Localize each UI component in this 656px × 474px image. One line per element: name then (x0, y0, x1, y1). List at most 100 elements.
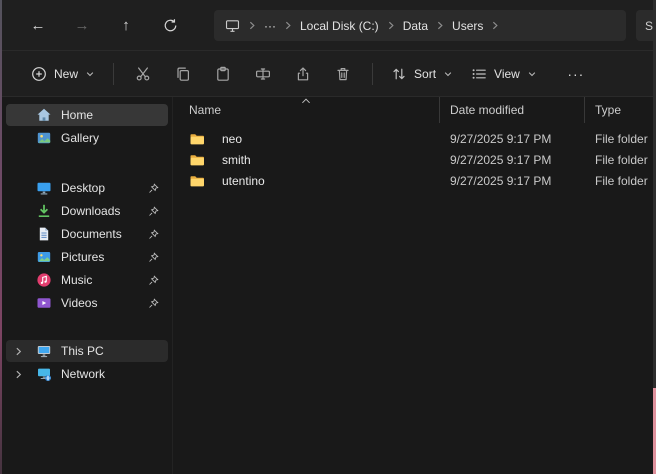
file-name: utentino (222, 174, 265, 188)
breadcrumb-local-disk-c[interactable]: Local Disk (C:) (293, 10, 386, 41)
pin-icon (148, 275, 159, 286)
pictures-icon (36, 249, 52, 265)
column-header-date-modified[interactable]: Date modified (440, 97, 585, 123)
home-icon (36, 107, 52, 123)
sidebar-item-label: Home (61, 108, 168, 122)
refresh-button[interactable] (152, 9, 188, 41)
gallery-icon (36, 130, 52, 146)
sidebar-item-label: Videos (61, 296, 148, 310)
sidebar-item-gallery[interactable]: Gallery (6, 127, 168, 149)
paste-icon (215, 66, 231, 82)
chevron-down-icon (443, 69, 453, 79)
sidebar-item-label: Documents (61, 227, 148, 241)
monitor-icon (225, 19, 240, 33)
more-options-button[interactable]: ··· (558, 58, 594, 90)
toolbar-separator (113, 63, 114, 85)
view-button[interactable]: View (462, 58, 546, 90)
sidebar-item-videos[interactable]: Videos (6, 292, 168, 314)
sidebar-section-gap (2, 150, 172, 176)
file-name: smith (222, 153, 251, 167)
forward-button[interactable]: → (64, 9, 100, 41)
cut-icon (135, 66, 151, 82)
file-rows: neo 9/27/2025 9:17 PM File folder smith … (173, 123, 653, 191)
documents-icon (36, 226, 52, 242)
pin-icon (148, 298, 159, 309)
sidebar-item-desktop[interactable]: Desktop (6, 177, 168, 199)
music-icon (36, 272, 52, 288)
chevron-down-icon (527, 69, 537, 79)
refresh-icon (163, 18, 178, 33)
expand-chevron-icon[interactable] (14, 369, 36, 380)
breadcrumb-data[interactable]: Data (396, 10, 435, 41)
breadcrumb-chevron-icon[interactable] (283, 20, 293, 31)
sort-icon (391, 66, 407, 82)
column-header-type[interactable]: Type (585, 97, 653, 123)
videos-icon (36, 295, 52, 311)
breadcrumb-chevron-icon[interactable] (435, 20, 445, 31)
chevron-down-icon (85, 69, 95, 79)
delete-button[interactable] (323, 58, 363, 90)
navigation-pane: Home Gallery Des (2, 97, 172, 474)
share-button[interactable] (283, 58, 323, 90)
breadcrumb-chevron-icon[interactable] (247, 20, 257, 31)
sidebar-section-gap (2, 315, 172, 339)
sidebar-item-label: Downloads (61, 204, 148, 218)
folder-icon (189, 152, 205, 168)
file-row-utentino[interactable]: utentino 9/27/2025 9:17 PM File folder (173, 170, 653, 191)
file-row-neo[interactable]: neo 9/27/2025 9:17 PM File folder (173, 128, 653, 149)
breadcrumb-overflow[interactable]: ··· (257, 10, 283, 41)
this-pc-icon (36, 343, 52, 359)
network-icon (36, 366, 52, 382)
command-toolbar: New (2, 50, 653, 97)
file-date-modified: 9/27/2025 9:17 PM (440, 149, 585, 170)
forward-arrow-icon: → (75, 17, 90, 34)
sidebar-item-documents[interactable]: Documents (6, 223, 168, 245)
window-left-edge (0, 0, 2, 474)
pin-icon (148, 252, 159, 263)
folder-icon (189, 173, 205, 189)
view-button-label: View (494, 67, 520, 81)
sidebar-item-this-pc[interactable]: This PC (6, 340, 168, 362)
desktop-icon (36, 180, 52, 196)
rename-icon (255, 66, 271, 82)
breadcrumb-chevron-icon[interactable] (490, 20, 500, 31)
sidebar-item-pictures[interactable]: Pictures (6, 246, 168, 268)
sidebar-item-home[interactable]: Home (6, 104, 168, 126)
breadcrumb-chevron-icon[interactable] (386, 20, 396, 31)
sidebar-item-label: Music (61, 273, 148, 287)
copy-icon (175, 66, 191, 82)
sidebar-item-label: This PC (61, 344, 168, 358)
file-date-modified: 9/27/2025 9:17 PM (440, 128, 585, 149)
cut-button[interactable] (123, 58, 163, 90)
expand-chevron-icon[interactable] (14, 346, 36, 357)
rename-button[interactable] (243, 58, 283, 90)
folder-icon (189, 131, 205, 147)
sidebar-item-label: Network (61, 367, 168, 381)
sidebar-item-network[interactable]: Network (6, 363, 168, 385)
up-button[interactable]: ↑ (108, 9, 144, 41)
sort-button[interactable]: Sort (382, 58, 462, 90)
sidebar-item-label: Desktop (61, 181, 148, 195)
file-explorer-window: ← → ↑ ··· (0, 0, 656, 474)
file-type: File folder (585, 170, 653, 191)
breadcrumb-this-pc[interactable] (218, 10, 247, 41)
share-icon (295, 66, 311, 82)
new-plus-icon (31, 66, 47, 82)
toolbar-separator (372, 63, 373, 85)
pin-icon (148, 183, 159, 194)
new-button[interactable]: New (22, 58, 104, 90)
file-list-panel: Name Date modified Type neo (172, 97, 653, 474)
sort-ascending-icon (302, 98, 311, 104)
column-header-name[interactable]: Name (173, 97, 440, 123)
sidebar-item-music[interactable]: Music (6, 269, 168, 291)
file-type: File folder (585, 128, 653, 149)
file-row-smith[interactable]: smith 9/27/2025 9:17 PM File folder (173, 149, 653, 170)
sort-button-label: Sort (414, 67, 436, 81)
sidebar-item-downloads[interactable]: Downloads (6, 200, 168, 222)
copy-button[interactable] (163, 58, 203, 90)
breadcrumb-users[interactable]: Users (445, 10, 490, 41)
back-button[interactable]: ← (20, 9, 56, 41)
file-name: neo (222, 132, 242, 146)
address-bar[interactable]: ··· Local Disk (C:) Data Users (214, 10, 626, 41)
paste-button[interactable] (203, 58, 243, 90)
